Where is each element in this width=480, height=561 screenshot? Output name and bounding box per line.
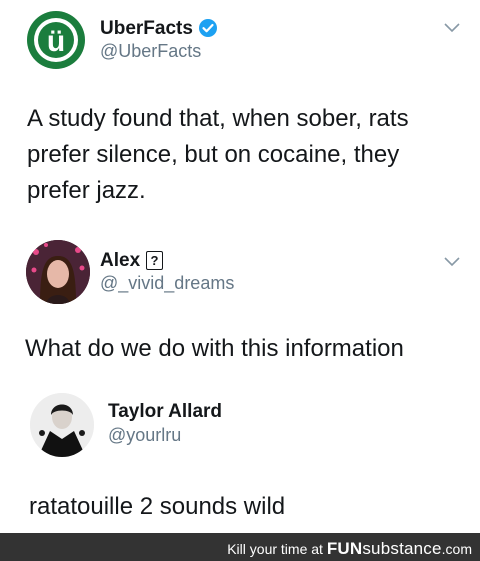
watermark-text: Kill your time at FUNsubstance.com <box>227 539 472 559</box>
alex-avatar[interactable] <box>26 240 90 304</box>
watermark-bar: Kill your time at FUNsubstance.com <box>0 533 480 561</box>
uberfacts-logo-icon: ü <box>34 18 78 62</box>
watermark-suffix: .com <box>441 541 472 557</box>
tweet1-author-handle[interactable]: @UberFacts <box>100 41 201 62</box>
uberfacts-avatar[interactable]: ü <box>27 11 85 69</box>
verified-badge-icon <box>199 19 217 37</box>
tweet2-author-name[interactable]: Alex <box>100 250 140 272</box>
tweet-uberfacts: ü UberFacts @UberFacts A study found tha… <box>0 0 480 230</box>
watermark-brand-bold: FUN <box>326 539 363 558</box>
tweet3-text: ratatouille 2 sounds wild <box>29 493 286 520</box>
watermark-brand-light: substance <box>362 539 442 558</box>
tweet1-text: A study found that, when sober, rats pre… <box>27 105 409 204</box>
avatar-letter: ü <box>47 25 65 58</box>
chevron-down-icon[interactable] <box>444 257 460 267</box>
taylor-avatar-image <box>30 393 94 457</box>
unknown-emoji-badge: ? <box>146 251 163 270</box>
chevron-down-icon[interactable] <box>444 23 460 33</box>
tweet2-text: What do we do with this information <box>25 335 404 362</box>
watermark-prefix: Kill your time at <box>227 541 327 557</box>
tweet1-author-name[interactable]: UberFacts <box>100 18 193 40</box>
tweet3-author-handle[interactable]: @yourlru <box>108 425 181 446</box>
tweet-alex: Alex ? @_vivid_dreams What do we do with… <box>0 230 480 390</box>
taylor-avatar[interactable] <box>30 393 94 457</box>
tweet2-author-handle[interactable]: @_vivid_dreams <box>100 273 234 294</box>
tweet-taylor: Taylor Allard @yourlru ratatouille 2 sou… <box>0 390 480 533</box>
tweet3-author-name[interactable]: Taylor Allard <box>108 401 222 423</box>
alex-avatar-image <box>26 240 90 304</box>
